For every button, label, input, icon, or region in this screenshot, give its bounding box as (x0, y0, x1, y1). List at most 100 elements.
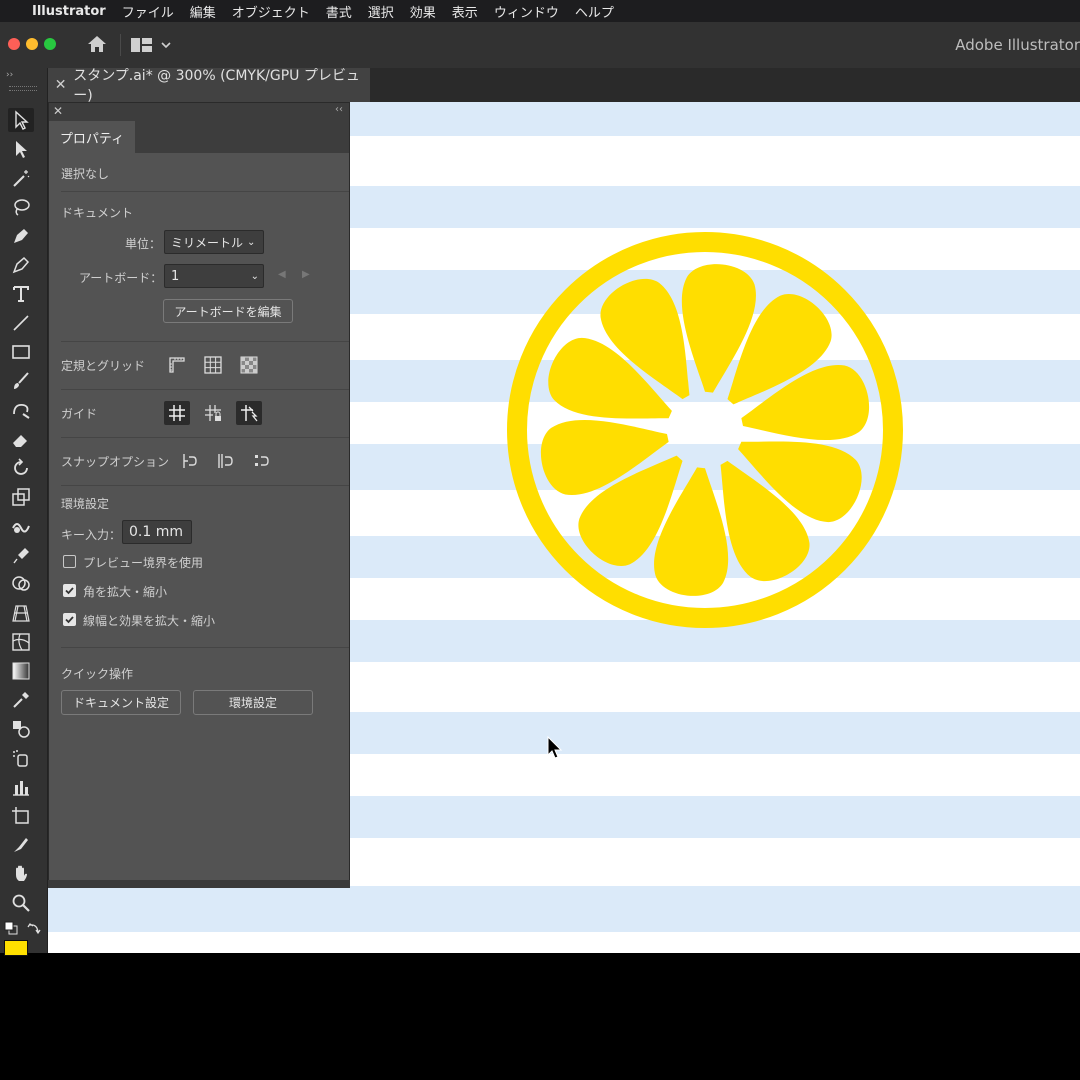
rotate-tool-icon[interactable] (8, 456, 34, 480)
close-tab-icon[interactable]: ✕ (48, 77, 73, 93)
document-tab[interactable]: ✕ スタンプ.ai* @ 300% (CMYK/GPU プレビュー) (48, 68, 370, 104)
menu-type[interactable]: 書式 (318, 2, 360, 21)
column-graph-tool-icon[interactable] (8, 775, 34, 799)
units-dropdown[interactable]: ミリメートル ⌄ (164, 230, 264, 254)
chevron-down-icon: ⌄ (250, 270, 259, 282)
close-window-button[interactable] (8, 38, 20, 50)
scale-strokes-effects-checkbox[interactable] (63, 613, 76, 626)
shaper-tool-icon[interactable] (8, 398, 34, 422)
quick-actions-title: クイック操作 (61, 667, 134, 681)
artboard-label: アートボード： (79, 271, 163, 285)
collapse-toolbar-icon[interactable]: ›› (6, 70, 13, 80)
tools-panel: ›› (0, 68, 48, 956)
key-increment-input[interactable]: 0.1 mm (122, 520, 192, 544)
puppet-warp-tool-icon[interactable] (8, 543, 34, 567)
paintbrush-tool-icon[interactable] (8, 369, 34, 393)
use-preview-bounds-checkbox[interactable] (63, 555, 76, 568)
gradient-tool-icon[interactable] (8, 659, 34, 683)
lasso-tool-icon[interactable] (8, 195, 34, 219)
edit-artboards-button[interactable]: アートボードを編集 (163, 299, 293, 323)
rectangle-tool-icon[interactable] (8, 340, 34, 364)
close-panel-icon[interactable]: ✕ (53, 104, 63, 118)
selection-status: 選択なし (61, 167, 110, 181)
home-icon[interactable] (86, 34, 108, 58)
menu-bar: Illustrator ファイル 編集 オブジェクト 書式 選択 効果 表示 ウ… (0, 0, 1080, 22)
document-tab-bar: ✕ スタンプ.ai* @ 300% (CMYK/GPU プレビュー) (48, 68, 1080, 104)
rulers-grids-label: 定規とグリッド (61, 359, 146, 373)
preferences-section-title: 環境設定 (61, 497, 110, 511)
blend-tool-icon[interactable] (8, 717, 34, 741)
symbol-sprayer-tool-icon[interactable] (8, 746, 34, 770)
lock-guides-icon[interactable] (200, 401, 226, 425)
eyedropper-tool-icon[interactable] (8, 688, 34, 712)
scale-corners-checkbox[interactable] (63, 584, 76, 597)
menu-help[interactable]: ヘルプ (567, 2, 622, 21)
menu-object[interactable]: オブジェクト (224, 2, 318, 21)
fill-color-swatch[interactable] (4, 940, 28, 956)
snap-to-glyph-icon[interactable] (249, 449, 275, 473)
grid-icon[interactable] (200, 353, 226, 377)
divider (61, 389, 349, 390)
use-preview-bounds-label: プレビュー境界を使用 (83, 556, 204, 570)
menu-select[interactable]: 選択 (360, 2, 402, 21)
key-increment-label: キー入力： (61, 528, 122, 542)
panel-tab-row: プロパティ (49, 121, 349, 153)
line-tool-icon[interactable] (8, 311, 34, 335)
menu-edit[interactable]: 編集 (182, 2, 224, 21)
zoom-tool-icon[interactable] (8, 891, 34, 915)
divider (61, 647, 349, 648)
snap-to-pixel-icon[interactable] (213, 449, 239, 473)
workspace-layout-icon[interactable] (131, 37, 175, 57)
units-value: ミリメートル (171, 235, 244, 250)
divider (61, 437, 349, 438)
hand-tool-icon[interactable] (8, 862, 34, 886)
type-tool-icon[interactable] (8, 282, 34, 306)
units-label: 単位： (125, 237, 162, 251)
lemon-segments (540, 264, 870, 596)
magic-wand-tool-icon[interactable] (8, 166, 34, 190)
next-artboard-icon[interactable]: ▶ (302, 269, 310, 280)
mesh-tool-icon[interactable] (8, 630, 34, 654)
toolbar-grip[interactable] (9, 86, 37, 91)
menu-window[interactable]: ウィンドウ (486, 2, 567, 21)
selection-tool-icon[interactable] (8, 108, 34, 132)
warp-tool-icon[interactable] (8, 514, 34, 538)
document-setup-button[interactable]: ドキュメント設定 (61, 690, 181, 715)
artboard-select[interactable]: 1 ⌄ (164, 264, 264, 288)
background-stripe (48, 886, 1080, 932)
collapse-panel-icon[interactable]: ‹‹ (335, 104, 343, 115)
perspective-grid-tool-icon[interactable] (8, 601, 34, 625)
default-fill-stroke-icon[interactable] (4, 920, 18, 939)
artboard-value: 1 (171, 268, 180, 284)
ruler-icon[interactable] (164, 353, 190, 377)
smart-guides-icon[interactable] (236, 401, 262, 425)
panel-resize-handle[interactable] (48, 880, 350, 888)
curvature-tool-icon[interactable] (8, 253, 34, 277)
show-guides-icon[interactable] (164, 401, 190, 425)
shape-builder-tool-icon[interactable] (8, 572, 34, 596)
transparency-grid-icon[interactable] (236, 353, 262, 377)
slice-tool-icon[interactable] (8, 833, 34, 857)
snap-options-label: スナップオプション (61, 455, 170, 469)
divider (61, 485, 349, 486)
previous-artboard-icon[interactable]: ◀ (278, 269, 286, 280)
pen-tool-icon[interactable] (8, 224, 34, 248)
menu-file[interactable]: ファイル (114, 2, 182, 21)
minimize-window-button[interactable] (26, 38, 38, 50)
panel-header: ✕ ‹‹ (49, 103, 349, 121)
snap-to-point-icon[interactable] (177, 449, 203, 473)
lemon-slice-artwork[interactable] (495, 220, 915, 640)
menu-effect[interactable]: 効果 (402, 2, 444, 21)
tab-properties[interactable]: プロパティ (49, 121, 135, 153)
preferences-button[interactable]: 環境設定 (193, 690, 313, 715)
menu-view[interactable]: 表示 (444, 2, 486, 21)
document-section-title: ドキュメント (61, 206, 134, 220)
direct-selection-tool-icon[interactable] (8, 137, 34, 161)
scale-corners-label: 角を拡大・縮小 (83, 585, 168, 599)
zoom-window-button[interactable] (44, 38, 56, 50)
eraser-tool-icon[interactable] (8, 427, 34, 451)
scale-tool-icon[interactable] (8, 485, 34, 509)
artboard-tool-icon[interactable] (8, 804, 34, 828)
menu-app-name[interactable]: Illustrator (24, 4, 114, 19)
swap-fill-stroke-icon[interactable] (27, 920, 41, 939)
